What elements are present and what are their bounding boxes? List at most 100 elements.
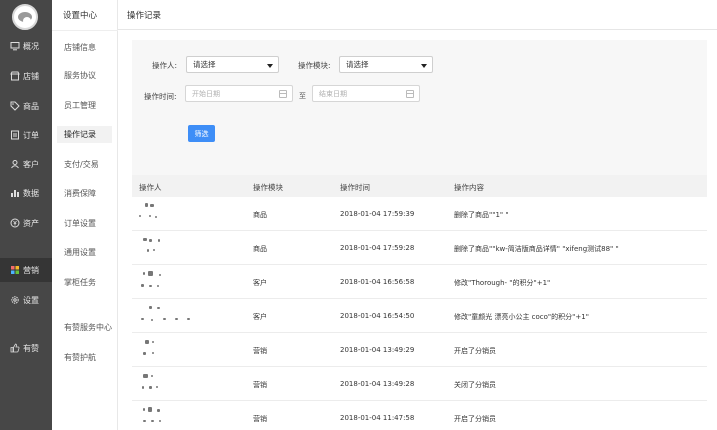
subnav-item-service-center[interactable]: 有赞服务中心 [57,319,112,336]
chevron-down-icon [421,64,427,68]
nav-label: 设置 [23,295,39,305]
user-icon [9,159,20,170]
subnav-item-payment[interactable]: 支付/交易 [57,156,112,173]
cell-module: 营销 [253,415,267,423]
page-title: 操作记录 [127,11,162,21]
filter-panel: 操作人: 请选择 操作模块: 请选择 操作时间: 开始日期 至 结束日期 筛选 [132,40,707,190]
divider [52,30,118,31]
start-date-placeholder: 开始日期 [192,89,220,98]
column-header-time: 操作时间 [340,183,370,192]
nav-label: 客户 [23,159,39,169]
operator-avatar-blurred [137,235,207,261]
main-content: 操作人: 请选择 操作模块: 请选择 操作时间: 开始日期 至 结束日期 筛选 … [118,30,717,430]
cell-time: 2018-01-04 17:59:28 [340,244,415,252]
column-header-operator: 操作人 [139,183,162,192]
nav-label: 营销 [23,265,39,275]
thumbs-up-icon [9,343,20,354]
nav-item-youzan[interactable]: 有赞 [0,336,52,360]
operator-select[interactable]: 请选择 [186,56,279,73]
cell-content: 删除了商品""kw-简洁版商品详情" "xifeng测试88" " [454,245,619,253]
nav-label: 资产 [23,218,39,228]
nav-label: 有赞 [23,343,39,353]
operator-avatar-blurred [137,337,207,363]
cell-time: 2018-01-04 13:49:28 [340,380,415,388]
cell-time: 2018-01-04 13:49:29 [340,346,415,354]
monitor-icon [9,41,20,52]
operator-avatar-blurred [137,269,207,295]
nav-item-customers[interactable]: 客户 [0,152,52,176]
nav-item-store[interactable]: 店铺 [0,64,52,88]
subnav-item-protection[interactable]: 有赞护航 [57,349,112,366]
operator-avatar-blurred [137,303,207,329]
table-row: 营销 2018-01-04 13:49:28 关闭了分销员 [132,367,707,401]
calendar-icon [279,90,287,98]
cell-time: 2018-01-04 16:56:58 [340,278,415,286]
subnav-item-service-agreement[interactable]: 服务协议 [57,67,112,84]
yen-icon [9,218,20,229]
cell-time: 2018-01-04 11:47:58 [340,414,415,422]
secondary-sidebar: 设置中心 店铺信息 服务协议 员工管理 操作记录 支付/交易 消费保障 订单设置… [52,0,118,430]
operator-label: 操作人: [152,61,178,70]
subnav-item-operation-log[interactable]: 操作记录 [57,126,112,143]
cell-module: 商品 [253,211,267,219]
table-row: 客户 2018-01-04 16:56:58 修改"Thorough- "的积分… [132,265,707,299]
operator-avatar-blurred [137,201,207,227]
end-date-placeholder: 结束日期 [319,89,347,98]
subnav-title: 设置中心 [63,11,98,21]
shop-logo[interactable] [12,4,38,30]
end-date-input[interactable]: 结束日期 [312,85,420,102]
nav-item-settings[interactable]: 设置 [0,288,52,312]
nav-label: 订单 [23,130,39,140]
nav-item-orders[interactable]: 订单 [0,123,52,147]
primary-sidebar: 概况 店铺 商品 订单 客户 数据 资产 营销 设置 有赞 [0,0,52,430]
subnav-item-tasks[interactable]: 掌柜任务 [57,274,112,291]
tag-icon [9,101,20,112]
cell-content: 修改"Thorough- "的积分"+1" [454,279,551,287]
calendar-icon [406,90,414,98]
cell-content: 开启了分销员 [454,347,496,355]
subnav-item-general-settings[interactable]: 通用设置 [57,244,112,261]
start-date-input[interactable]: 开始日期 [185,85,293,102]
cell-module: 商品 [253,245,267,253]
bar-chart-icon [9,188,20,199]
to-label: 至 [299,92,306,100]
grid-icon [9,265,20,276]
order-icon [9,130,20,141]
column-header-content: 操作内容 [454,183,484,192]
header: 操作记录 [118,0,717,30]
nav-item-overview[interactable]: 概况 [0,34,52,58]
column-header-module: 操作模块 [253,183,283,192]
filter-button[interactable]: 筛选 [188,125,215,142]
operator-avatar-blurred [137,405,207,430]
table-row: 商品 2018-01-04 17:59:39 删除了商品""1" " [132,197,707,231]
nav-label: 店铺 [23,71,39,81]
cell-time: 2018-01-04 16:54:50 [340,312,415,320]
cell-module: 客户 [253,279,267,287]
operator-avatar-blurred [137,371,207,397]
cell-module: 营销 [253,347,267,355]
gear-icon [9,295,20,306]
nav-label: 概况 [23,41,39,51]
table-row: 营销 2018-01-04 11:47:58 开启了分销员 [132,401,707,430]
subnav-item-consumer-guarantee[interactable]: 消费保障 [57,185,112,202]
table-header: 操作人 操作模块 操作时间 操作内容 [132,175,707,197]
cell-content: 修改"童颜光 漂亮小公主 coco"的积分"+1" [454,313,589,321]
module-select[interactable]: 请选择 [339,56,433,73]
nav-item-data[interactable]: 数据 [0,181,52,205]
table-row: 商品 2018-01-04 17:59:28 删除了商品""kw-简洁版商品详情… [132,231,707,265]
cell-module: 客户 [253,313,267,321]
nav-item-marketing[interactable]: 营销 [0,258,52,282]
subnav-item-staff[interactable]: 员工管理 [57,97,112,114]
operator-select-value: 请选择 [193,60,216,69]
table-row: 客户 2018-01-04 16:54:50 修改"童颜光 漂亮小公主 coco… [132,299,707,333]
store-icon [9,71,20,82]
nav-label: 商品 [23,101,39,111]
chevron-down-icon [267,64,273,68]
cell-content: 关闭了分销员 [454,381,496,389]
nav-item-goods[interactable]: 商品 [0,94,52,118]
subnav-item-store-info[interactable]: 店铺信息 [57,39,112,56]
table-row: 营销 2018-01-04 13:49:29 开启了分销员 [132,333,707,367]
subnav-item-order-settings[interactable]: 订单设置 [57,215,112,232]
nav-item-assets[interactable]: 资产 [0,211,52,235]
cell-content: 开启了分销员 [454,415,496,423]
